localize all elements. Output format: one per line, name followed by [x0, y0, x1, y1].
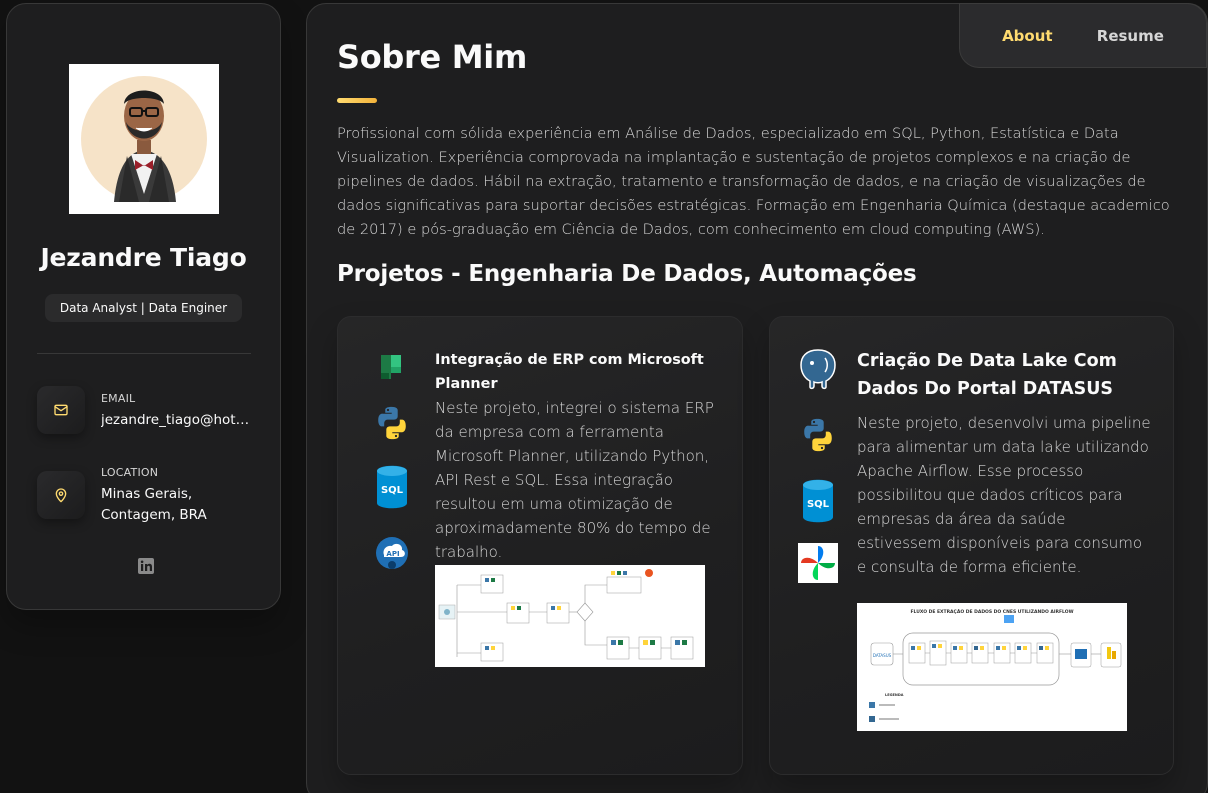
page-title: Sobre Mim [337, 38, 528, 76]
erp-flow-diagram [438, 569, 694, 662]
project-diagram-image: FLUXO DE EXTRAÇÃO DE DADOS DO CNES UTILI… [857, 603, 1127, 731]
about-text: Profissional com sólida experiência em A… [337, 125, 1170, 238]
python-icon [372, 403, 412, 443]
nav-resume[interactable]: Resume [1097, 27, 1164, 45]
svg-text:SQL: SQL [807, 499, 830, 510]
profile-title-badge: Data Analyst | Data Enginer [45, 294, 242, 322]
nav-about[interactable]: About [1002, 27, 1053, 45]
main-content: About Resume Sobre Mim Profissional com … [306, 3, 1208, 793]
svg-text:SQL: SQL [381, 485, 404, 496]
api-icon: API [372, 533, 412, 573]
avatar-portrait [114, 90, 176, 202]
svg-text:DATASUS: DATASUS [873, 653, 892, 658]
email-label: EMAIL [101, 392, 136, 405]
linkedin-link[interactable] [138, 558, 154, 574]
linkedin-icon [138, 558, 154, 574]
profile-name: Jezandre Tiago [40, 243, 247, 272]
title-underline [337, 98, 377, 103]
email-icon-box [37, 386, 85, 434]
project-card[interactable]: SQL API Integração de ERP com Microsoft … [337, 316, 743, 775]
diagram-legend: LEGENDA [885, 693, 904, 697]
sidebar: Jezandre Tiago Data Analyst | Data Engin… [6, 3, 281, 610]
sql-icon: SQL [372, 465, 412, 509]
python-icon [798, 415, 838, 455]
postgresql-icon [798, 349, 838, 390]
project-card[interactable]: SQL Criação De Data Lake Com Dados Do Po… [769, 316, 1174, 775]
location-label: LOCATION [101, 466, 159, 479]
datasus-airflow-diagram: FLUXO DE EXTRAÇÃO DE DADOS DO CNES UTILI… [869, 608, 1122, 722]
location-value: Minas Gerais, Contagem, BRA [101, 486, 207, 523]
mail-icon [54, 404, 68, 416]
projects-section-title: Projetos - Engenharia De Dados, Automaçõ… [337, 261, 917, 287]
planner-icon [372, 347, 412, 387]
svg-text:API: API [386, 550, 399, 558]
airflow-icon [798, 543, 838, 583]
avatar [69, 64, 219, 214]
email-link[interactable]: jezandre_tiago@hotmail.com [101, 410, 251, 431]
sql-icon: SQL [798, 479, 838, 523]
project-description: Neste projeto, desenvolvi uma pipeline p… [857, 414, 1151, 576]
project-title: Criação De Data Lake Com Dados Do Portal… [857, 351, 1117, 399]
project-diagram-image [435, 565, 705, 667]
navbar: About Resume [959, 3, 1207, 68]
location-pin-icon [55, 488, 67, 503]
location-icon-box [37, 471, 85, 519]
project-title: Integração de ERP com Microsoft Planner [435, 352, 704, 392]
sidebar-separator [37, 353, 251, 354]
project-description: Neste projeto, integrei o sistema ERP da… [435, 399, 714, 561]
diagram-title: FLUXO DE EXTRAÇÃO DE DADOS DO CNES UTILI… [910, 608, 1073, 615]
